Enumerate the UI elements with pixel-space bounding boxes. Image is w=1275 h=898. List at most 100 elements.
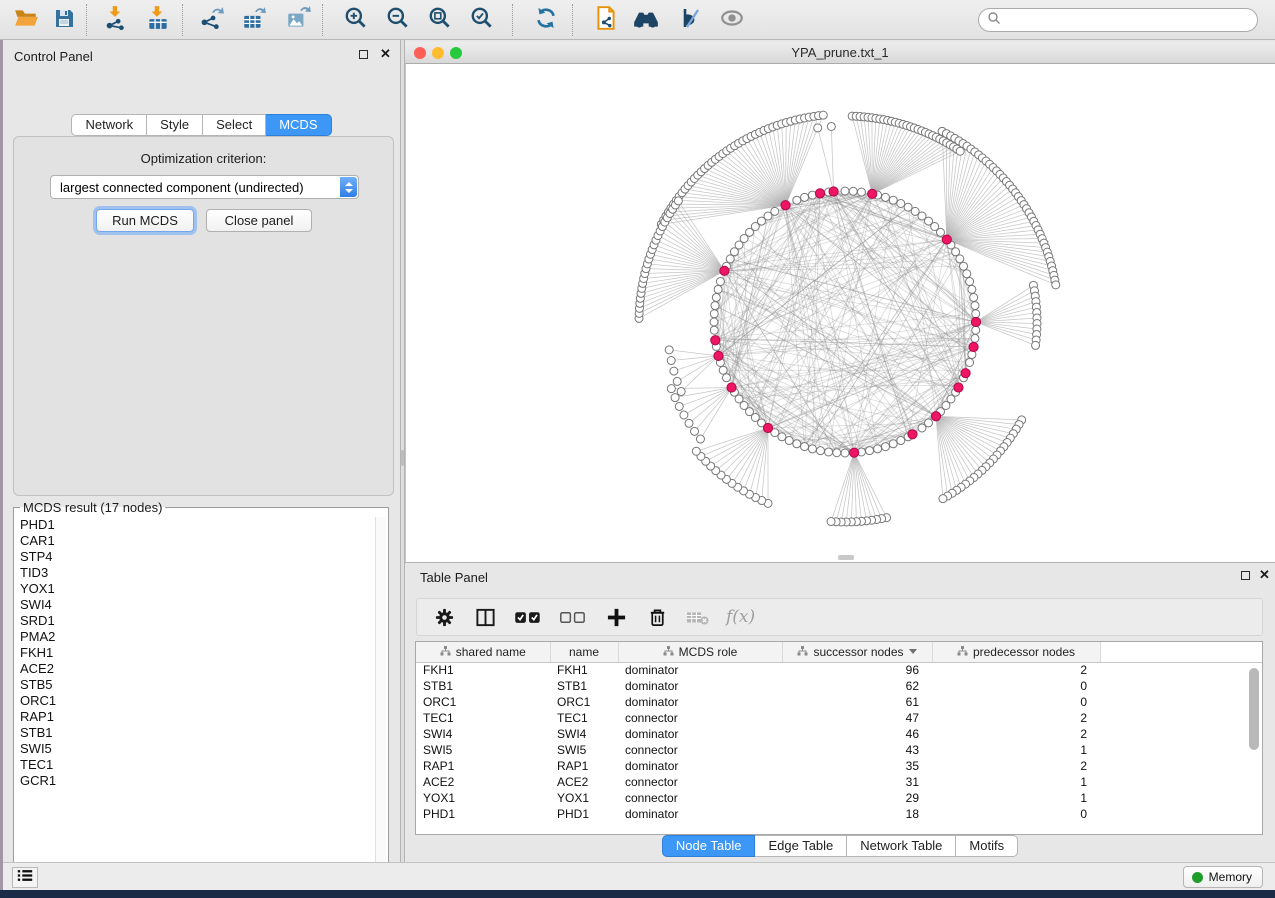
network-node[interactable]: [889, 196, 897, 204]
network-node[interactable]: [897, 199, 905, 207]
table-row[interactable]: YOX1YOX1connector291: [416, 790, 1262, 806]
network-node[interactable]: [904, 203, 912, 211]
search-input[interactable]: [1005, 11, 1257, 29]
network-hub-node[interactable]: [711, 336, 720, 345]
network-hub-node[interactable]: [714, 351, 723, 360]
table-row[interactable]: SWI4SWI4dominator462: [416, 726, 1262, 742]
network-node[interactable]: [691, 427, 699, 435]
list-item[interactable]: SWI5: [16, 741, 374, 757]
list-item[interactable]: GCR1: [16, 773, 374, 789]
network-node[interactable]: [719, 366, 727, 374]
column-header-shared-name[interactable]: shared name: [416, 642, 550, 662]
sort-desc-icon[interactable]: [909, 649, 917, 654]
network-hub-node[interactable]: [961, 369, 970, 378]
list-item[interactable]: SRD1: [16, 613, 374, 629]
network-node[interactable]: [972, 326, 980, 334]
horizontal-splitter-handle[interactable]: [838, 555, 854, 560]
zoom-in-button[interactable]: [340, 5, 372, 35]
criterion-select[interactable]: largest connected component (undirected): [50, 175, 359, 199]
network-node[interactable]: [677, 388, 685, 396]
network-node[interactable]: [936, 228, 944, 236]
table-row[interactable]: RAP1RAP1dominator352: [416, 758, 1262, 774]
network-node[interactable]: [675, 402, 683, 410]
close-panel-icon[interactable]: ✕: [380, 49, 391, 59]
close-panel-icon[interactable]: ✕: [1259, 570, 1270, 580]
network-node[interactable]: [710, 318, 718, 326]
network-node[interactable]: [1052, 281, 1060, 289]
network-node[interactable]: [966, 358, 974, 366]
float-window-icon[interactable]: [359, 50, 368, 59]
column-header-name[interactable]: name: [550, 642, 618, 662]
network-node[interactable]: [671, 394, 679, 402]
table-row[interactable]: STB1STB1dominator620: [416, 678, 1262, 694]
network-node[interactable]: [966, 278, 974, 286]
network-node[interactable]: [685, 419, 693, 427]
network-node[interactable]: [785, 437, 793, 445]
list-item[interactable]: YOX1: [16, 581, 374, 597]
network-node[interactable]: [939, 495, 947, 503]
float-window-icon[interactable]: [1241, 571, 1250, 580]
list-item[interactable]: RAP1: [16, 709, 374, 725]
network-node[interactable]: [968, 285, 976, 293]
tab-network-table[interactable]: Network Table: [847, 835, 956, 857]
network-node[interactable]: [710, 310, 718, 318]
network-hub-node[interactable]: [720, 266, 729, 275]
deselect-all-button[interactable]: [558, 604, 588, 630]
network-hub-node[interactable]: [815, 189, 824, 198]
result-scrollbar[interactable]: [375, 517, 386, 875]
find-binoculars-button[interactable]: [630, 5, 662, 35]
close-panel-button[interactable]: Close panel: [206, 209, 312, 232]
network-node[interactable]: [960, 262, 968, 270]
network-node[interactable]: [814, 124, 822, 132]
table-row[interactable]: TEC1TEC1connector472: [416, 710, 1262, 726]
tab-mcds[interactable]: MCDS: [266, 114, 331, 136]
network-node[interactable]: [971, 302, 979, 310]
list-item[interactable]: STB5: [16, 677, 374, 693]
network-node[interactable]: [956, 255, 964, 263]
network-node[interactable]: [1032, 341, 1040, 349]
table-row[interactable]: SWI5SWI5connector431: [416, 742, 1262, 758]
import-network-button[interactable]: [100, 5, 132, 35]
network-node[interactable]: [716, 278, 724, 286]
tab-style[interactable]: Style: [147, 114, 203, 136]
network-node[interactable]: [667, 357, 675, 365]
network-node[interactable]: [881, 443, 889, 451]
document-network-button[interactable]: [590, 5, 622, 35]
list-item[interactable]: FKH1: [16, 645, 374, 661]
network-node[interactable]: [793, 196, 801, 204]
import-table-button[interactable]: [142, 5, 174, 35]
table-scrollbar-thumb[interactable]: [1249, 668, 1259, 750]
add-row-button[interactable]: [603, 604, 629, 630]
select-all-button[interactable]: [513, 604, 543, 630]
list-item[interactable]: STB1: [16, 725, 374, 741]
network-node[interactable]: [712, 293, 720, 301]
list-item[interactable]: TEC1: [16, 757, 374, 773]
network-node[interactable]: [696, 435, 704, 443]
network-node[interactable]: [771, 207, 779, 215]
network-node[interactable]: [970, 293, 978, 301]
table-row[interactable]: ORC1ORC1dominator610: [416, 694, 1262, 710]
network-node[interactable]: [849, 187, 857, 195]
network-node[interactable]: [816, 447, 824, 455]
network-hub-node[interactable]: [942, 235, 951, 244]
network-view-canvas[interactable]: [405, 64, 1275, 562]
network-node[interactable]: [808, 445, 816, 453]
network-hub-node[interactable]: [971, 317, 980, 326]
network-node[interactable]: [673, 377, 681, 385]
network-hub-node[interactable]: [727, 383, 736, 392]
zoom-selected-button[interactable]: [466, 5, 498, 35]
network-node[interactable]: [874, 445, 882, 453]
network-node[interactable]: [801, 443, 809, 451]
network-node[interactable]: [841, 187, 849, 195]
memory-button[interactable]: Memory: [1183, 866, 1263, 888]
list-item[interactable]: STP4: [16, 549, 374, 565]
network-node[interactable]: [778, 433, 786, 441]
column-header-successor-nodes[interactable]: successor nodes: [782, 642, 932, 662]
network-hub-node[interactable]: [908, 430, 917, 439]
network-hub-node[interactable]: [954, 383, 963, 392]
column-header-MCDS-role[interactable]: MCDS role: [618, 642, 782, 662]
network-node[interactable]: [972, 310, 980, 318]
network-window-titlebar[interactable]: YPA_prune.txt_1: [405, 42, 1275, 64]
toggle-graphics-details-button[interactable]: [674, 5, 706, 35]
network-hub-node[interactable]: [763, 423, 772, 432]
